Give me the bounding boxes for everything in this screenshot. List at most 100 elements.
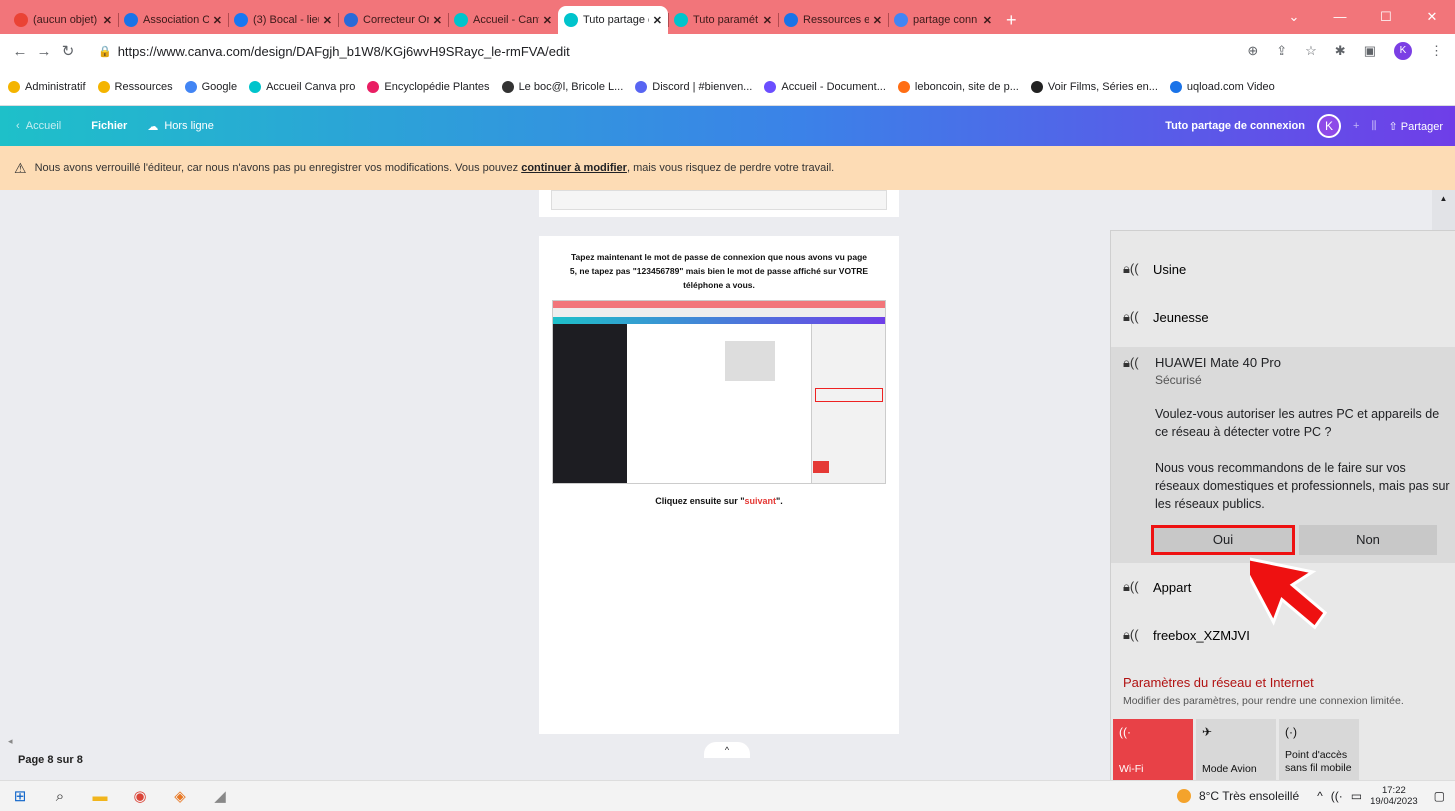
locked-warning-banner: ⚠ Nous avons verrouillé l'éditeur, car n… <box>0 146 1455 190</box>
blender-icon[interactable]: ◈ <box>160 787 200 805</box>
favicon-icon <box>344 13 358 27</box>
bookmark-item[interactable]: Accueil Canva pro <box>249 80 355 93</box>
url-field[interactable]: 🔒 https://www.canva.com/design/DAFgjh_b1W… <box>98 44 1247 59</box>
browser-tab[interactable]: Tuto partage c ✕ <box>558 6 668 34</box>
forward-icon[interactable]: → <box>32 43 56 60</box>
bookmark-icon <box>1169 80 1182 93</box>
back-icon[interactable]: ← <box>8 43 32 60</box>
bookmark-label: Voir Films, Séries en... <box>1047 80 1158 93</box>
wifi-tray-icon[interactable]: ((· <box>1331 789 1343 803</box>
bookmark-item[interactable]: leboncoin, site de p... <box>897 80 1019 93</box>
scroll-left-icon[interactable]: ◂ <box>8 736 13 747</box>
bookmark-label: Administratif <box>25 80 86 93</box>
share-button[interactable]: ⇧ Partager <box>1389 120 1443 133</box>
browser-tab[interactable]: Accueil - Canv ✕ <box>448 6 558 34</box>
close-tab-icon[interactable]: ✕ <box>653 14 662 27</box>
window-dropdown-icon[interactable]: ⌄ <box>1271 0 1317 34</box>
notifications-icon[interactable]: ▢ <box>1434 789 1445 803</box>
warning-pre: Nous avons verrouillé l'éditeur, car nou… <box>34 162 522 174</box>
clock[interactable]: 17:22 19/04/2023 <box>1370 785 1418 807</box>
chevron-up-icon[interactable]: ^ <box>1317 789 1323 803</box>
hotspot-icon: (·) <box>1285 725 1297 739</box>
canvas-page-current[interactable]: Tapez maintenant le mot de passe de conn… <box>539 236 899 734</box>
browser-tab[interactable]: Correcteur Or ✕ <box>338 6 448 34</box>
sidepanel-icon[interactable]: ▣ <box>1364 43 1376 59</box>
bookmark-item[interactable]: uqload.com Video <box>1169 80 1275 93</box>
airplane-mode-toggle[interactable]: ✈ Mode Avion <box>1196 719 1276 781</box>
pages-toggle[interactable]: ^ <box>704 742 750 758</box>
new-tab-button[interactable]: + <box>1006 6 1017 34</box>
close-tab-icon[interactable]: ✕ <box>433 14 442 27</box>
tab-title: Accueil - Canv <box>473 14 539 26</box>
bookmark-item[interactable]: Ressources <box>97 80 173 93</box>
favicon-icon <box>454 13 468 27</box>
close-tab-icon[interactable]: ✕ <box>213 14 222 27</box>
star-icon[interactable]: ☆ <box>1305 43 1317 59</box>
extensions-icon[interactable]: ✱ <box>1335 43 1346 59</box>
bookmark-item[interactable]: Google <box>184 80 237 93</box>
bookmark-item[interactable]: Discord | #bienven... <box>635 80 752 93</box>
zoom-icon[interactable]: ⊕ <box>1247 43 1258 59</box>
battery-icon[interactable]: ▭ <box>1351 789 1362 803</box>
airplane-label: Mode Avion <box>1202 763 1257 775</box>
reload-icon[interactable]: ↻ <box>56 42 80 60</box>
browser-tab[interactable]: partage conn ✕ <box>888 6 998 34</box>
close-window-button[interactable]: ✕ <box>1409 0 1455 34</box>
network-settings-link[interactable]: Paramètres du réseau et Internet <box>1123 675 1314 690</box>
cta-pre: Cliquez ensuite sur " <box>655 496 745 506</box>
bookmark-item[interactable]: Accueil - Document... <box>764 80 886 93</box>
date: 19/04/2023 <box>1370 796 1418 807</box>
search-icon[interactable]: ⌕ <box>40 788 80 805</box>
network-item[interactable]: 🔒︎(( Jeunesse <box>1111 297 1455 337</box>
chrome-icon[interactable]: ◉ <box>120 787 160 805</box>
bookmark-item[interactable]: Voir Films, Séries en... <box>1030 80 1158 93</box>
browser-tab[interactable]: (3) Bocal - lieu ✕ <box>228 6 338 34</box>
bookmark-item[interactable]: Encyclopédie Plantes <box>367 80 490 93</box>
menu-icon[interactable]: ⋮ <box>1430 43 1443 59</box>
minimize-button[interactable]: — <box>1317 0 1363 34</box>
close-tab-icon[interactable]: ✕ <box>763 14 772 27</box>
weather-text[interactable]: 8°C Très ensoleillé <box>1199 789 1299 803</box>
instruction-text: Tapez maintenant le mot de passe de conn… <box>553 250 885 292</box>
user-avatar[interactable]: K <box>1317 114 1342 138</box>
share-page-icon[interactable]: ⇪ <box>1276 43 1287 59</box>
scroll-up-icon[interactable]: ▲ <box>1432 194 1455 203</box>
discovery-question: Voulez-vous autoriser les autres PC et a… <box>1155 407 1440 439</box>
design-title[interactable]: Tuto partage de connexion <box>1165 120 1305 132</box>
secured-wifi-icon: 🔒︎(( <box>1123 627 1139 642</box>
wifi-toggle[interactable]: ((· Wi-Fi <box>1113 719 1193 781</box>
pointer-arrow-icon <box>1250 554 1328 630</box>
insights-icon[interactable]: ⫼ <box>1371 120 1376 133</box>
favicon-icon <box>124 13 138 27</box>
chevron-up-icon: ^ <box>724 745 730 755</box>
maximize-button[interactable]: ☐ <box>1363 0 1409 34</box>
hotspot-toggle[interactable]: (·) Point d'accès sans fil mobile <box>1279 719 1359 781</box>
app-icon[interactable]: ◢ <box>200 787 240 805</box>
browser-tab[interactable]: Tuto paramét ✕ <box>668 6 778 34</box>
bookmark-item[interactable]: Administratif <box>8 80 86 93</box>
continue-editing-link[interactable]: continuer à modifier <box>521 162 627 174</box>
browser-tab[interactable]: Association Cr ✕ <box>118 6 228 34</box>
close-tab-icon[interactable]: ✕ <box>873 14 882 27</box>
wifi-icon: ((· <box>1119 725 1131 739</box>
address-bar-row: ← → ↻ 🔒 https://www.canva.com/design/DAFg… <box>0 34 1455 68</box>
network-name: Jeunesse <box>1153 309 1209 325</box>
windows-start-icon[interactable]: ⊞ <box>0 787 40 805</box>
network-item[interactable]: 🔒︎(( Usine <box>1111 249 1455 289</box>
close-tab-icon[interactable]: ✕ <box>983 14 992 27</box>
bookmark-item[interactable]: Le boc@l, Bricole L... <box>501 80 623 93</box>
browser-tab[interactable]: Ressources et ✕ <box>778 6 888 34</box>
file-explorer-icon[interactable]: ▬ <box>80 788 120 805</box>
file-menu[interactable]: Fichier <box>91 120 127 132</box>
close-tab-icon[interactable]: ✕ <box>323 14 332 27</box>
add-collaborator-icon[interactable]: + <box>1353 120 1359 132</box>
home-link[interactable]: ‹ Accueil <box>16 120 61 132</box>
profile-avatar[interactable]: K <box>1394 42 1412 60</box>
close-tab-icon[interactable]: ✕ <box>543 14 552 27</box>
close-tab-icon[interactable]: ✕ <box>103 14 112 27</box>
tab-title: Correcteur Or <box>363 14 429 26</box>
secured-wifi-icon: 🔒︎(( <box>1123 261 1139 276</box>
embedded-screenshot <box>552 300 886 484</box>
canvas-page-previous[interactable] <box>539 190 899 217</box>
browser-tab[interactable]: (aucun objet) ✕ <box>8 6 118 34</box>
